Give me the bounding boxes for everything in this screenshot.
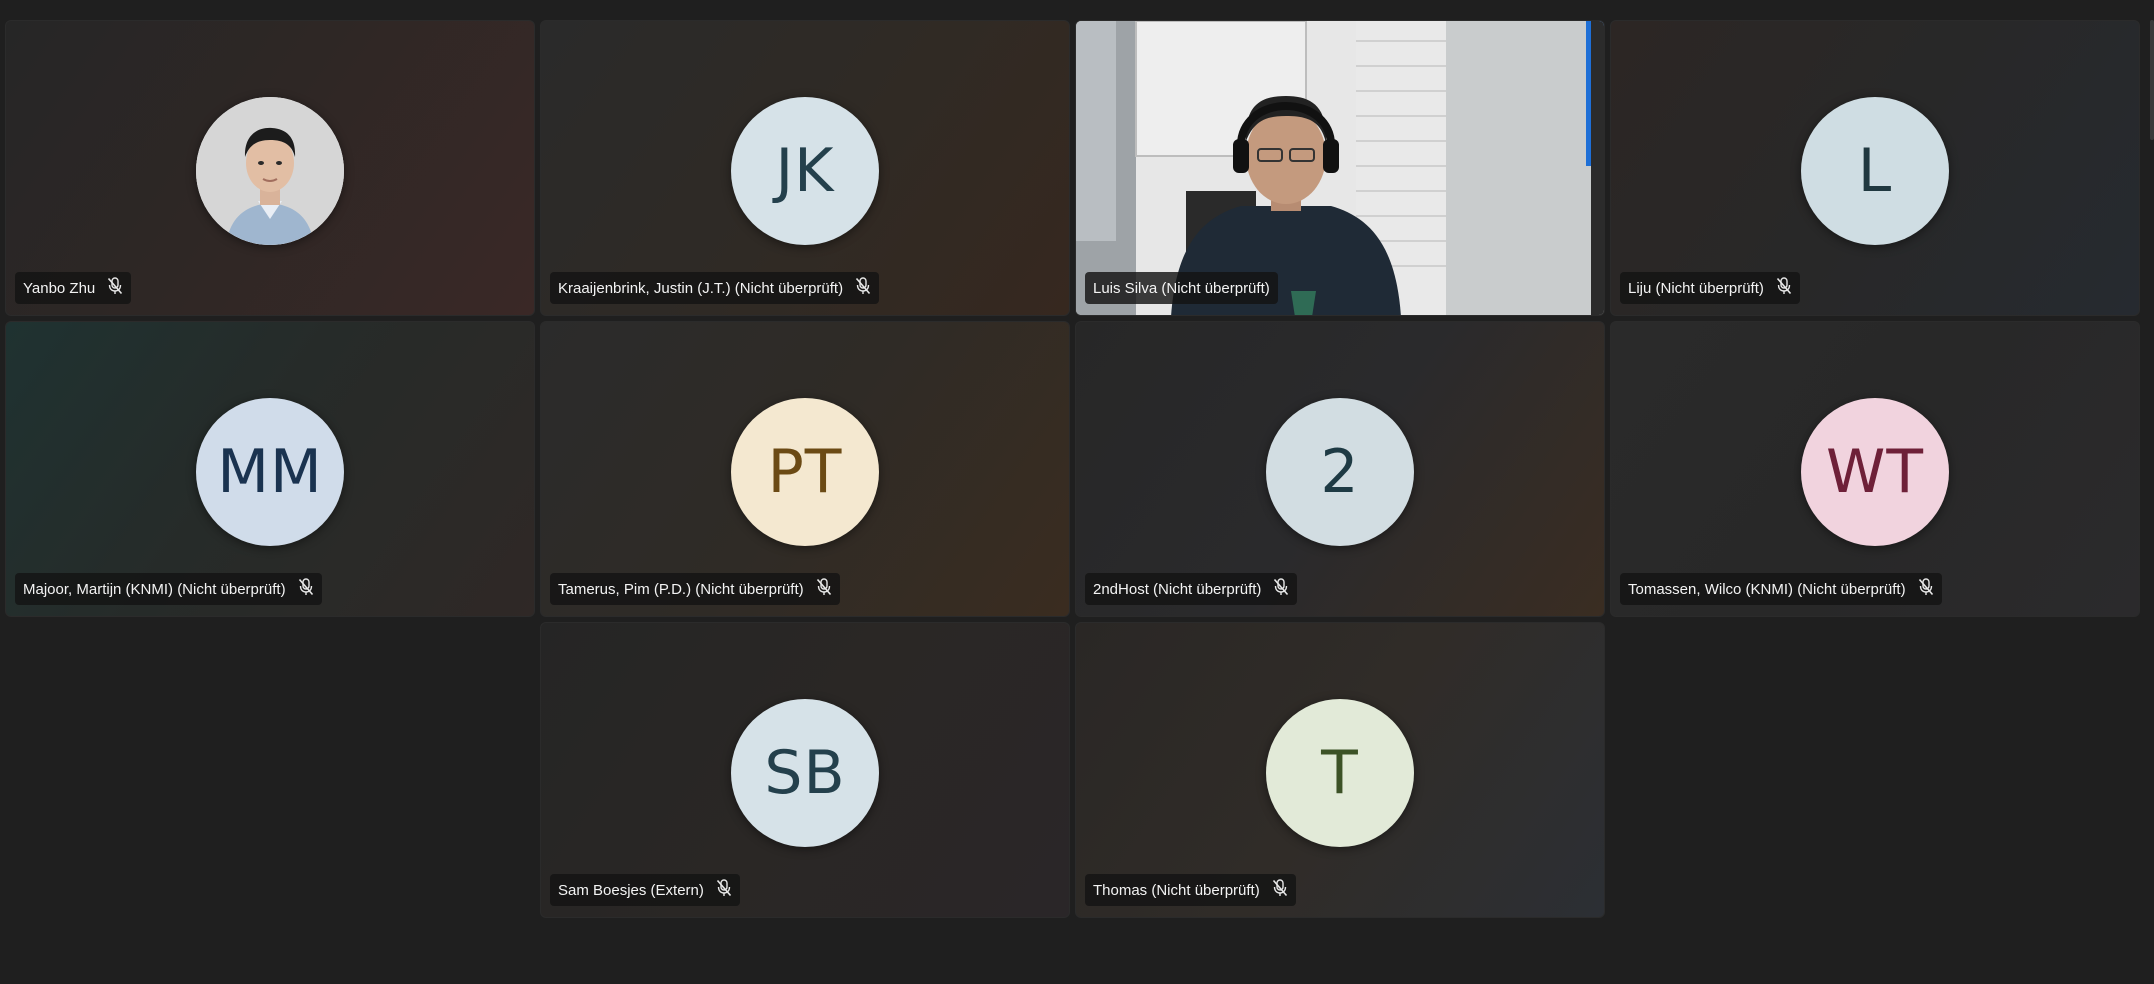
scrollbar[interactable]: [2150, 20, 2154, 140]
profile-photo: [196, 97, 344, 245]
nameplate: Tomassen, Wilco (KNMI) (Nicht überprüft): [1620, 573, 1942, 605]
avatar-initials: WT: [1826, 437, 1924, 507]
avatar-initials: L: [1857, 136, 1893, 206]
avatar: T: [1266, 699, 1414, 847]
mic-off-icon: [298, 577, 314, 601]
avatar: 2: [1266, 398, 1414, 546]
nameplate: Luis Silva (Nicht überprüft): [1085, 272, 1278, 304]
avatar: WT: [1801, 398, 1949, 546]
participant-name: Thomas (Nicht überprüft): [1093, 881, 1260, 899]
participant-name: 2ndHost (Nicht überprüft): [1093, 580, 1262, 598]
participant-name: Sam Boesjes (Extern): [558, 881, 704, 899]
participant-name: Luis Silva (Nicht überprüft): [1093, 279, 1270, 297]
avatar-initials: MM: [217, 437, 323, 507]
participant-tile[interactable]: L Liju (Nicht überprüft): [1610, 20, 2140, 316]
participant-tile[interactable]: JK Kraaijenbrink, Justin (J.T.) (Nicht ü…: [540, 20, 1070, 316]
participant-tile[interactable]: SB Sam Boesjes (Extern): [540, 622, 1070, 918]
nameplate: Tamerus, Pim (P.D.) (Nicht überprüft): [550, 573, 840, 605]
participant-name: Tomassen, Wilco (KNMI) (Nicht überprüft): [1628, 580, 1906, 598]
participant-name: Yanbo Zhu: [23, 279, 96, 297]
participant-tile[interactable]: WT Tomassen, Wilco (KNMI) (Nicht überprü…: [1610, 321, 2140, 617]
nameplate: Kraaijenbrink, Justin (J.T.) (Nicht über…: [550, 272, 880, 304]
avatar: L: [1801, 97, 1949, 245]
nameplate: 2ndHost (Nicht überprüft): [1085, 573, 1298, 605]
mic-off-icon: [1918, 577, 1934, 601]
participant-tile[interactable]: PT Tamerus, Pim (P.D.) (Nicht überprüft): [540, 321, 1070, 617]
avatar-initials: 2: [1320, 437, 1360, 507]
participant-tile[interactable]: Yanbo Zhu: [5, 20, 535, 316]
avatar: SB: [731, 699, 879, 847]
mic-off-icon: [107, 276, 123, 300]
participant-tile[interactable]: T Thomas (Nicht überprüft): [1075, 622, 1605, 918]
avatar-initials: SB: [764, 738, 846, 808]
participant-name: Liju (Nicht überprüft): [1628, 279, 1764, 297]
participant-tile[interactable]: MM Majoor, Martijn (KNMI) (Nicht überprü…: [5, 321, 535, 617]
participant-tile[interactable]: 2 2ndHost (Nicht überprüft): [1075, 321, 1605, 617]
avatar-initials: PT: [767, 437, 843, 507]
avatar: MM: [196, 398, 344, 546]
nameplate: Majoor, Martijn (KNMI) (Nicht überprüft): [15, 573, 322, 605]
participant-name: Majoor, Martijn (KNMI) (Nicht überprüft): [23, 580, 286, 598]
avatar: [196, 97, 344, 245]
mic-off-icon: [855, 276, 871, 300]
mic-off-icon: [716, 878, 732, 902]
avatar-initials: T: [1321, 738, 1359, 808]
participant-name: Tamerus, Pim (P.D.) (Nicht überprüft): [558, 580, 804, 598]
mic-off-icon: [1273, 577, 1289, 601]
nameplate: Yanbo Zhu: [15, 272, 132, 304]
mic-off-icon: [1776, 276, 1792, 300]
nameplate: Sam Boesjes (Extern): [550, 874, 740, 906]
participant-name: Kraaijenbrink, Justin (J.T.) (Nicht über…: [558, 279, 844, 297]
participant-video-tile[interactable]: Luis Silva (Nicht überprüft): [1075, 20, 1605, 316]
avatar-initials: JK: [775, 136, 835, 206]
avatar: PT: [731, 398, 879, 546]
mic-off-icon: [1272, 878, 1288, 902]
avatar: JK: [731, 97, 879, 245]
mic-off-icon: [816, 577, 832, 601]
meeting-gallery: Yanbo Zhu JK Kraaijenbrink, Justin (J.T.…: [0, 0, 2154, 984]
nameplate: Liju (Nicht überprüft): [1620, 272, 1800, 304]
nameplate: Thomas (Nicht überprüft): [1085, 874, 1296, 906]
